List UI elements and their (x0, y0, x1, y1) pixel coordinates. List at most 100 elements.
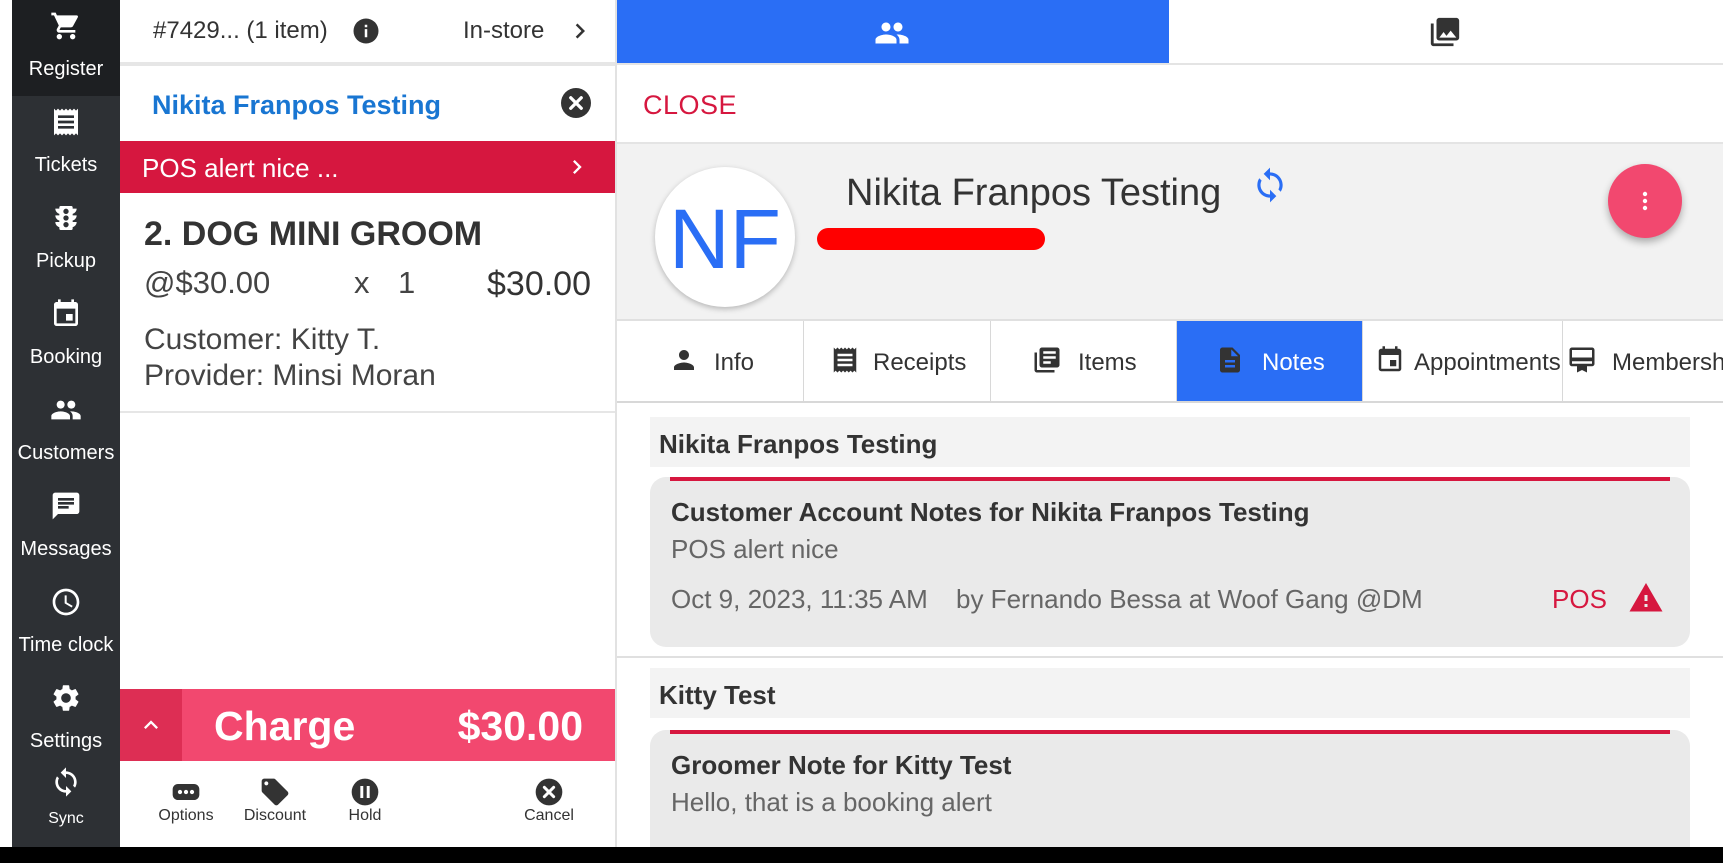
tab-items-label: Items (1078, 349, 1137, 376)
avatar-initials: NF (669, 192, 781, 286)
app-screen: Register Tickets Pickup Booking Customer… (0, 0, 1723, 847)
cart-icon (51, 12, 79, 40)
close-row: CLOSE (617, 65, 1723, 144)
tab-appointments-label: Appointments (1414, 349, 1561, 376)
pos-alert-bar[interactable]: POS alert nice ... (120, 141, 615, 193)
message-icon (52, 492, 80, 520)
photo-library-icon (1430, 17, 1460, 47)
tab-notes[interactable]: Notes (1177, 321, 1363, 401)
nav-item-register[interactable]: Register (12, 0, 120, 96)
nav-item-sync[interactable]: Sync (12, 760, 120, 846)
nav-label: Tickets (34, 154, 98, 176)
warning-icon (1629, 583, 1663, 612)
expand-totals-button[interactable] (120, 689, 182, 761)
tab-items[interactable]: Items (991, 321, 1177, 401)
order-header: #7429... (1 item) In-store (120, 0, 615, 66)
note-body: Hello, that is a booking alert (671, 787, 992, 817)
tab-receipts[interactable]: Receipts (804, 321, 991, 401)
more-options-button[interactable] (1608, 164, 1682, 238)
clear-customer-icon[interactable] (558, 85, 594, 121)
nav-item-booking[interactable]: Booking (12, 288, 120, 384)
nav-item-time-clock[interactable]: Time clock (12, 576, 120, 672)
receipt-icon (54, 108, 78, 136)
tab-info-label: Info (714, 349, 755, 376)
note-alert-accent (670, 730, 1670, 734)
item-unit-price: @$30.00 (144, 265, 271, 300)
charge-button[interactable]: Charge $30.00 (120, 689, 615, 761)
order-type[interactable]: In-store (463, 17, 544, 45)
profile-name: Nikita Franpos Testing (846, 172, 1222, 214)
traffic-light-icon (55, 206, 77, 230)
order-id: #7429... (1 item) (153, 17, 328, 44)
nav-label: Customers (17, 442, 115, 464)
discount-label: Discount (243, 807, 307, 824)
info-icon[interactable] (351, 16, 381, 46)
cart-line-item[interactable]: 2. DOG MINI GROOM @$30.00 x 1 $30.00 Cus… (120, 193, 615, 413)
chevron-up-icon (144, 720, 158, 729)
tab-notes-label: Notes (1262, 349, 1325, 376)
selected-customer-name[interactable]: Nikita Franpos Testing (152, 90, 441, 121)
tab-membership-label: Membersh (1612, 349, 1723, 376)
items-icon (1034, 347, 1060, 373)
tab-photo-gallery[interactable] (1169, 0, 1723, 63)
charge-label: Charge (214, 703, 356, 749)
note-author: by Fernando Bessa at Woof Gang @DM (956, 584, 1423, 614)
options-button[interactable]: Options (144, 776, 228, 836)
item-customer: Customer: Kitty T. (144, 323, 381, 356)
selected-customer-row: Nikita Franpos Testing (120, 66, 615, 141)
people-icon (875, 22, 909, 44)
note-icon (1220, 347, 1240, 373)
nav-label: Messages (20, 538, 112, 560)
cancel-icon (535, 778, 563, 806)
avatar: NF (655, 167, 795, 307)
chevron-right-icon[interactable] (565, 16, 595, 46)
refresh-icon[interactable] (1251, 166, 1289, 204)
close-button[interactable]: CLOSE (643, 90, 737, 121)
pos-alert-text: POS alert nice ... (142, 153, 339, 183)
item-title: 2. DOG MINI GROOM (144, 215, 483, 253)
note-alert-accent (670, 477, 1670, 481)
nav-label: Pickup (35, 250, 97, 272)
tab-membership[interactable]: Membersh (1563, 321, 1723, 401)
redaction-mark (817, 228, 1045, 250)
cancel-button[interactable]: Cancel (507, 776, 591, 836)
nav-item-tickets[interactable]: Tickets (12, 96, 120, 192)
charge-amount: $30.00 (457, 703, 583, 749)
gear-icon (53, 685, 79, 711)
clock-icon (52, 588, 80, 616)
nav-item-messages[interactable]: Messages (12, 480, 120, 576)
nav-label: Register (28, 58, 104, 80)
nav-rail: Register Tickets Pickup Booking Customer… (12, 0, 120, 847)
hold-button[interactable]: Hold (323, 776, 407, 836)
nav-label: Booking (29, 346, 103, 368)
cart-panel: #7429... (1 item) In-store Nikita Franpo… (120, 0, 617, 847)
tab-receipts-label: Receipts (873, 349, 967, 376)
nav-label: Time clock (18, 634, 114, 656)
nav-item-pickup[interactable]: Pickup (12, 192, 120, 288)
notes-list: Nikita Franpos Testing Customer Account … (617, 403, 1723, 847)
nav-item-settings[interactable]: Settings (12, 672, 120, 768)
customer-subtabs: Info Receipts Items Notes Appointments M… (617, 321, 1723, 403)
nav-label: Settings (29, 730, 103, 752)
discount-button[interactable]: Discount (233, 776, 317, 836)
divider (617, 656, 1723, 658)
nav-item-customers[interactable]: Customers (12, 384, 120, 480)
tab-appointments[interactable]: Appointments (1363, 321, 1563, 401)
pause-icon (351, 778, 379, 806)
note-card[interactable]: Groomer Note for Kitty Test Hello, that … (650, 730, 1690, 847)
tab-customer-profile[interactable] (617, 0, 1169, 63)
chevron-right-icon (573, 160, 582, 174)
dots-icon (172, 784, 200, 800)
note-title: Groomer Note for Kitty Test (671, 750, 1012, 780)
person-icon (674, 350, 694, 370)
note-group-title: Nikita Franpos Testing (650, 417, 1690, 467)
tab-info[interactable]: Info (617, 321, 804, 401)
more-vert-icon (1642, 191, 1648, 211)
options-label: Options (158, 807, 214, 824)
note-card[interactable]: Customer Account Notes for Nikita Franpo… (650, 477, 1690, 647)
note-group-name: Kitty Test (659, 680, 776, 710)
membership-icon (1569, 347, 1595, 373)
note-tag: POS (1552, 584, 1607, 614)
calendar-icon (1378, 346, 1402, 372)
customer-profile-header: NF Nikita Franpos Testing (617, 144, 1723, 321)
